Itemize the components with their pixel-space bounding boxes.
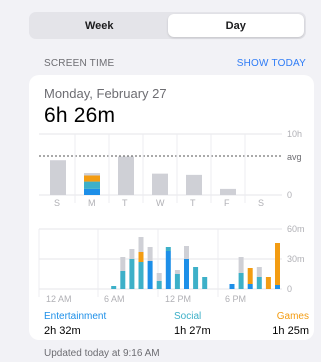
day-segment[interactable]: Day: [167, 14, 304, 37]
social-time: 1h 27m: [174, 325, 211, 337]
hourly-bar-segment: [238, 257, 244, 273]
hourly-bar-segment: [238, 273, 244, 289]
hourly-bar-segment: [165, 251, 171, 289]
hourly-bar-segment: [147, 261, 153, 289]
section-header: SCREEN TIME SHOW TODAY: [44, 58, 306, 69]
hourly-bar-segment: [120, 257, 126, 271]
hourly-ytick-mid: 30m: [287, 254, 305, 264]
hourly-bar-segment: [256, 267, 262, 277]
hourly-bar-segment: [147, 247, 153, 261]
hourly-ytick-zero: 0: [287, 284, 292, 294]
hourly-bar-segment: [247, 268, 253, 284]
screen-time-card[interactable]: Monday, February 27 6h 26m 10h avg 0 SMT…: [29, 75, 314, 340]
hourly-bar-segment: [156, 281, 162, 289]
hourly-bar-segment: [265, 277, 271, 289]
week-day-segmented-control: Week Day: [29, 12, 306, 39]
screen-time-label: SCREEN TIME: [44, 58, 115, 69]
hourly-bar-segment: [202, 277, 208, 289]
hourly-bar-segment: [138, 237, 144, 252]
legend-social: Social: [174, 311, 202, 322]
hourly-xtick: 12 PM: [165, 294, 191, 304]
hourly-bar-segment: [138, 262, 144, 289]
hourly-bar-segment: [165, 247, 171, 251]
hourly-ytick-top: 60m: [287, 224, 305, 234]
hourly-bar-segment: [129, 249, 135, 259]
hourly-bar-segment: [275, 243, 280, 285]
entertainment-time: 2h 32m: [44, 325, 81, 337]
hourly-bar-segment: [129, 259, 135, 289]
hourly-bar-segment: [174, 274, 180, 289]
hourly-bar-segment: [193, 267, 199, 289]
legend-games: Games: [276, 311, 309, 322]
hourly-bars: [111, 237, 280, 289]
hourly-bar-segment: [247, 284, 253, 289]
hourly-xtick: 6 AM: [104, 294, 125, 304]
hourly-bar-segment: [275, 285, 280, 289]
hourly-bar-segment: [120, 271, 126, 289]
hourly-xtick: 6 PM: [225, 294, 246, 304]
hourly-bar-segment: [184, 259, 189, 289]
hourly-xtick: 12 AM: [46, 294, 72, 304]
hourly-bar-segment: [174, 270, 180, 274]
hourly-bar-segment: [229, 284, 235, 289]
hourly-bar-segment: [256, 277, 262, 289]
hourly-bar-segment: [138, 252, 144, 262]
week-segment[interactable]: Week: [31, 14, 168, 37]
hourly-bar-segment: [111, 286, 117, 289]
show-today-link[interactable]: SHOW TODAY: [237, 58, 306, 69]
hourly-bar-segment: [156, 273, 162, 281]
updated-timestamp: Updated today at 9:16 AM: [44, 348, 160, 359]
hourly-bar-segment: [184, 246, 189, 259]
legend-entertainment: Entertainment: [44, 311, 107, 322]
games-time: 1h 25m: [272, 325, 309, 337]
hourly-usage-chart: 60m 30m 0 12 AM 6 AM 12 PM 6 PM: [38, 224, 305, 304]
